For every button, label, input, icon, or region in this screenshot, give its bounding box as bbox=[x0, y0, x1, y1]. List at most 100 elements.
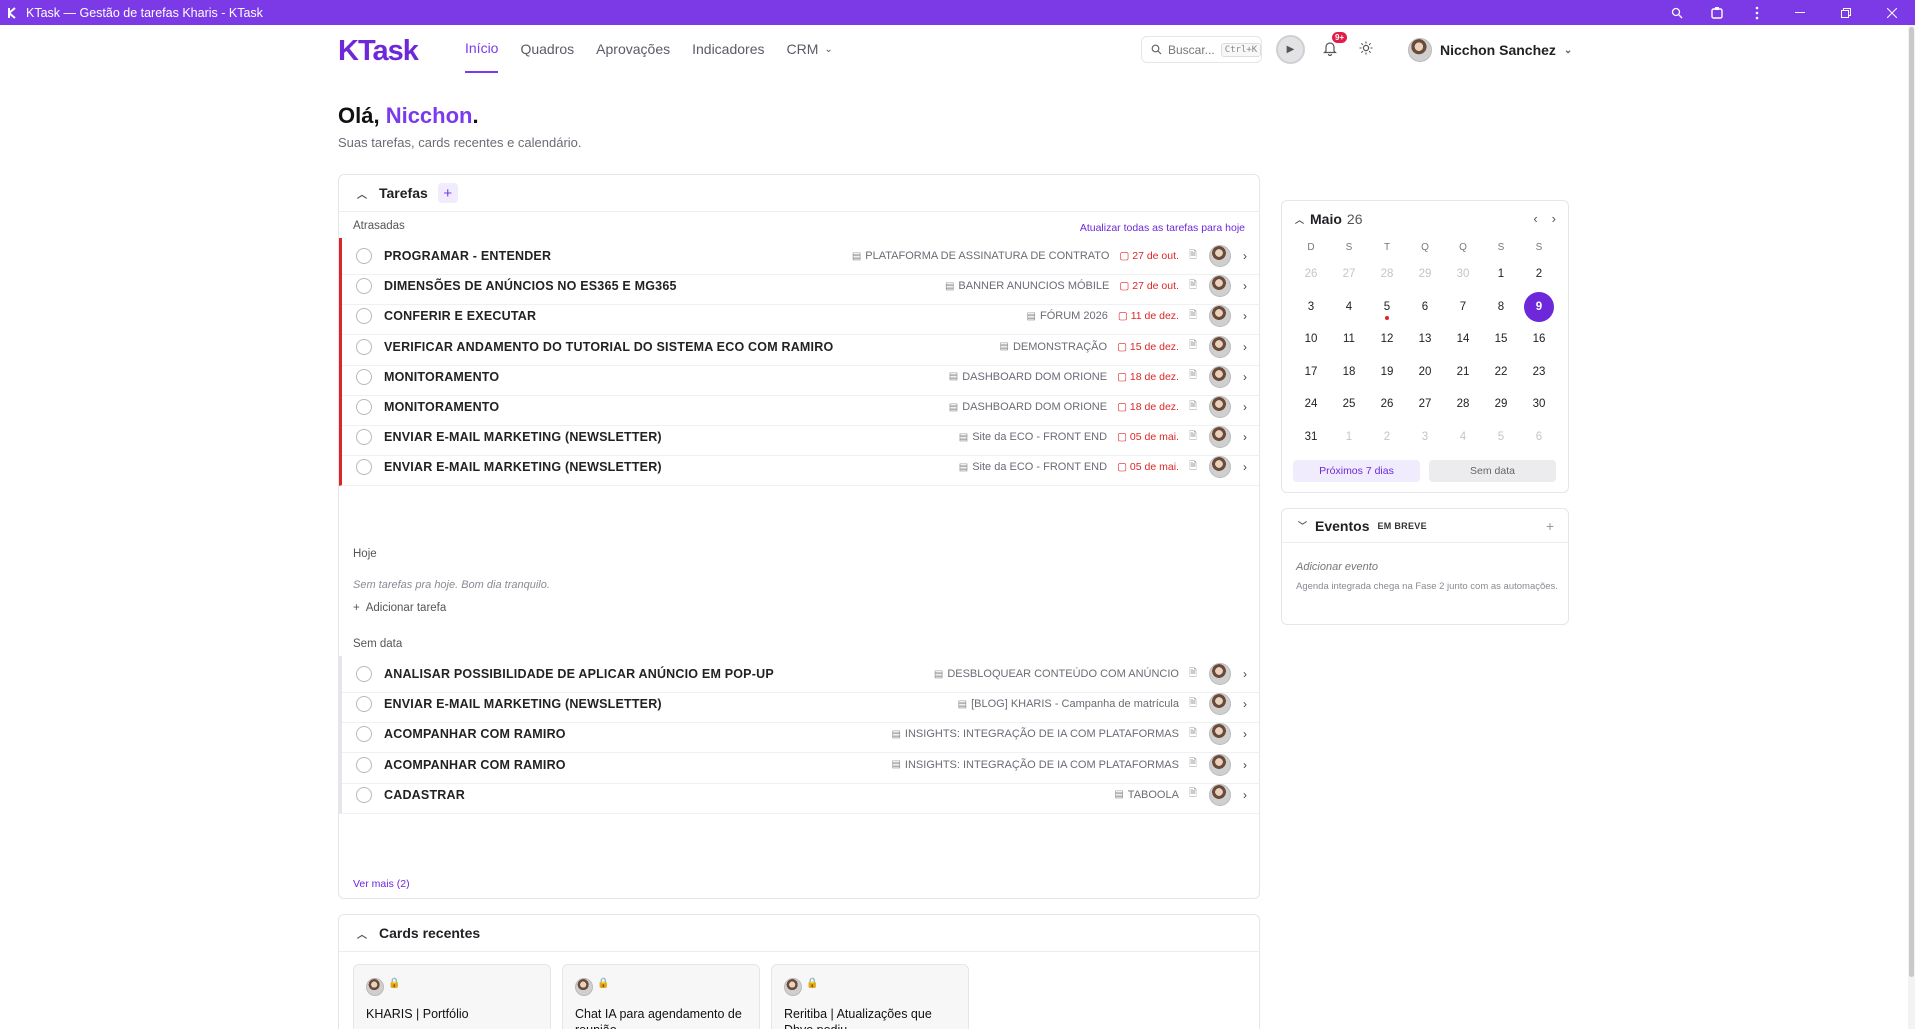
add-event-plus-icon[interactable]: + bbox=[1546, 518, 1554, 534]
calendar-day[interactable]: 13 bbox=[1410, 324, 1440, 354]
document-icon[interactable]: 🗎 bbox=[1189, 399, 1197, 416]
nav-indicadores[interactable]: Indicadores bbox=[692, 25, 764, 73]
recent-card[interactable]: 🔒Chat IA para agendamento de reuniãoTecn… bbox=[562, 964, 760, 1029]
calendar-day[interactable]: 31 bbox=[1296, 422, 1326, 452]
chevron-right-icon[interactable]: › bbox=[1243, 279, 1247, 293]
calendar-day[interactable]: 5 bbox=[1486, 422, 1516, 452]
task-row[interactable]: ENVIAR E-MAIL MARKETING (NEWSLETTER) ▤ Sit… bbox=[339, 449, 1259, 487]
update-all-link[interactable]: Atualizar todas as tarefas para hoje bbox=[1080, 222, 1245, 234]
calendar-day[interactable]: 9 bbox=[1524, 291, 1554, 322]
chevron-right-icon[interactable]: › bbox=[1243, 430, 1247, 444]
see-more-link[interactable]: Ver mais (2) bbox=[353, 878, 410, 890]
document-icon[interactable]: 🗎 bbox=[1189, 429, 1197, 446]
more-menu-icon[interactable] bbox=[1737, 0, 1777, 25]
calendar-day[interactable]: 8 bbox=[1486, 292, 1516, 322]
task-row[interactable]: CADASTRAR ▤ TABOOLA 🗎 › bbox=[339, 776, 1259, 814]
task-checkbox[interactable] bbox=[356, 666, 372, 682]
calendar-day[interactable]: 6 bbox=[1410, 292, 1440, 322]
calendar-day[interactable]: 10 bbox=[1296, 324, 1326, 354]
collapse-chevron-icon[interactable]: ﹀ bbox=[1298, 519, 1307, 532]
document-icon[interactable]: 🗎 bbox=[1189, 786, 1197, 803]
calendar-day[interactable]: 6 bbox=[1524, 422, 1554, 452]
minimize-button[interactable] bbox=[1777, 0, 1823, 25]
collapse-chevron-icon[interactable]: ︿ bbox=[1295, 213, 1304, 226]
add-event-link[interactable]: Adicionar evento bbox=[1296, 561, 1378, 573]
chevron-right-icon[interactable]: › bbox=[1243, 460, 1247, 474]
calendar-day[interactable]: 2 bbox=[1524, 259, 1554, 289]
task-checkbox[interactable] bbox=[356, 338, 372, 355]
document-icon[interactable]: 🗎 bbox=[1189, 696, 1197, 713]
calendar-day[interactable]: 18 bbox=[1334, 357, 1364, 387]
document-icon[interactable]: 🗎 bbox=[1189, 308, 1197, 325]
restore-button[interactable] bbox=[1823, 0, 1869, 25]
calendar-day[interactable]: 20 bbox=[1410, 357, 1440, 387]
task-checkbox[interactable] bbox=[356, 399, 372, 415]
nav-inicio[interactable]: Início bbox=[465, 25, 499, 73]
document-icon[interactable]: 🗎 bbox=[1189, 278, 1197, 295]
play-icon[interactable]: ▶ bbox=[1276, 35, 1305, 64]
calendar-day[interactable]: 2 bbox=[1372, 422, 1402, 452]
calendar-day[interactable]: 25 bbox=[1334, 389, 1364, 419]
chevron-right-icon[interactable]: › bbox=[1243, 758, 1247, 772]
calendar-day[interactable]: 27 bbox=[1334, 259, 1364, 289]
calendar-day[interactable]: 27 bbox=[1410, 389, 1440, 419]
calendar-day[interactable]: 21 bbox=[1448, 357, 1478, 387]
page-scrollbar[interactable] bbox=[1908, 25, 1915, 1029]
zoom-icon[interactable] bbox=[1657, 0, 1697, 25]
calendar-day[interactable]: 16 bbox=[1524, 324, 1554, 354]
calendar-day[interactable]: 30 bbox=[1524, 389, 1554, 419]
calendar-day[interactable]: 1 bbox=[1486, 259, 1516, 289]
ktask-logo[interactable]: KTask bbox=[338, 35, 419, 68]
prev-month-icon[interactable]: ‹ bbox=[1533, 211, 1537, 226]
document-icon[interactable]: 🗎 bbox=[1189, 756, 1197, 773]
task-checkbox[interactable] bbox=[356, 308, 372, 325]
calendar-day[interactable]: 14 bbox=[1448, 324, 1478, 354]
chevron-right-icon[interactable]: › bbox=[1243, 370, 1247, 384]
chevron-right-icon[interactable]: › bbox=[1243, 788, 1247, 802]
calendar-day[interactable]: 29 bbox=[1486, 389, 1516, 419]
calendar-day[interactable]: 4 bbox=[1334, 292, 1364, 322]
nav-quadros[interactable]: Quadros bbox=[520, 25, 574, 73]
chevron-right-icon[interactable]: › bbox=[1243, 340, 1247, 354]
calendar-day[interactable]: 23 bbox=[1524, 357, 1554, 387]
document-icon[interactable]: 🗎 bbox=[1189, 248, 1197, 265]
document-icon[interactable]: 🗎 bbox=[1189, 338, 1197, 355]
calendar-day[interactable]: 15 bbox=[1486, 324, 1516, 354]
calendar-day[interactable]: 24 bbox=[1296, 389, 1326, 419]
close-button[interactable] bbox=[1869, 0, 1915, 25]
next-month-icon[interactable]: › bbox=[1552, 211, 1556, 226]
chevron-right-icon[interactable]: › bbox=[1243, 697, 1247, 711]
calendar-day[interactable]: 3 bbox=[1410, 422, 1440, 452]
task-checkbox[interactable] bbox=[356, 756, 372, 773]
no-date-button[interactable]: Sem data bbox=[1429, 460, 1556, 482]
nav-crm[interactable]: CRM ⌄ bbox=[787, 25, 833, 73]
add-task-button[interactable]: + Adicionar tarefa bbox=[353, 602, 446, 614]
document-icon[interactable]: 🗎 bbox=[1189, 726, 1197, 743]
extensions-icon[interactable] bbox=[1697, 0, 1737, 25]
task-checkbox[interactable] bbox=[356, 459, 372, 476]
document-icon[interactable]: 🗎 bbox=[1189, 459, 1197, 476]
chevron-right-icon[interactable]: › bbox=[1243, 309, 1247, 323]
task-checkbox[interactable] bbox=[356, 696, 372, 713]
calendar-day[interactable]: 12 bbox=[1372, 324, 1402, 354]
chevron-right-icon[interactable]: › bbox=[1243, 400, 1247, 414]
recent-card[interactable]: 🔒KHARIS | PortfólioTecnologia bbox=[353, 964, 551, 1029]
calendar-day[interactable]: 7 bbox=[1448, 292, 1478, 322]
calendar-day[interactable]: 1 bbox=[1334, 422, 1364, 452]
search-box[interactable]: Buscar... Ctrl+K bbox=[1141, 36, 1262, 63]
document-icon[interactable]: 🗎 bbox=[1189, 666, 1197, 683]
calendar-day[interactable]: 4 bbox=[1448, 422, 1478, 452]
chevron-right-icon[interactable]: › bbox=[1243, 667, 1247, 681]
task-checkbox[interactable] bbox=[356, 726, 372, 743]
calendar-day[interactable]: 28 bbox=[1372, 259, 1402, 289]
calendar-day[interactable]: 26 bbox=[1296, 259, 1326, 289]
add-task-plus-button[interactable]: + bbox=[437, 183, 458, 203]
collapse-chevron-icon[interactable]: ︿ bbox=[357, 926, 367, 941]
task-checkbox[interactable] bbox=[356, 786, 372, 803]
document-icon[interactable]: 🗎 bbox=[1189, 368, 1197, 385]
calendar-day[interactable]: 22 bbox=[1486, 357, 1516, 387]
chevron-right-icon[interactable]: › bbox=[1243, 249, 1247, 263]
calendar-day[interactable]: 30 bbox=[1448, 259, 1478, 289]
calendar-day[interactable]: 19 bbox=[1372, 357, 1402, 387]
next-7-days-button[interactable]: Próximos 7 dias bbox=[1293, 460, 1420, 482]
